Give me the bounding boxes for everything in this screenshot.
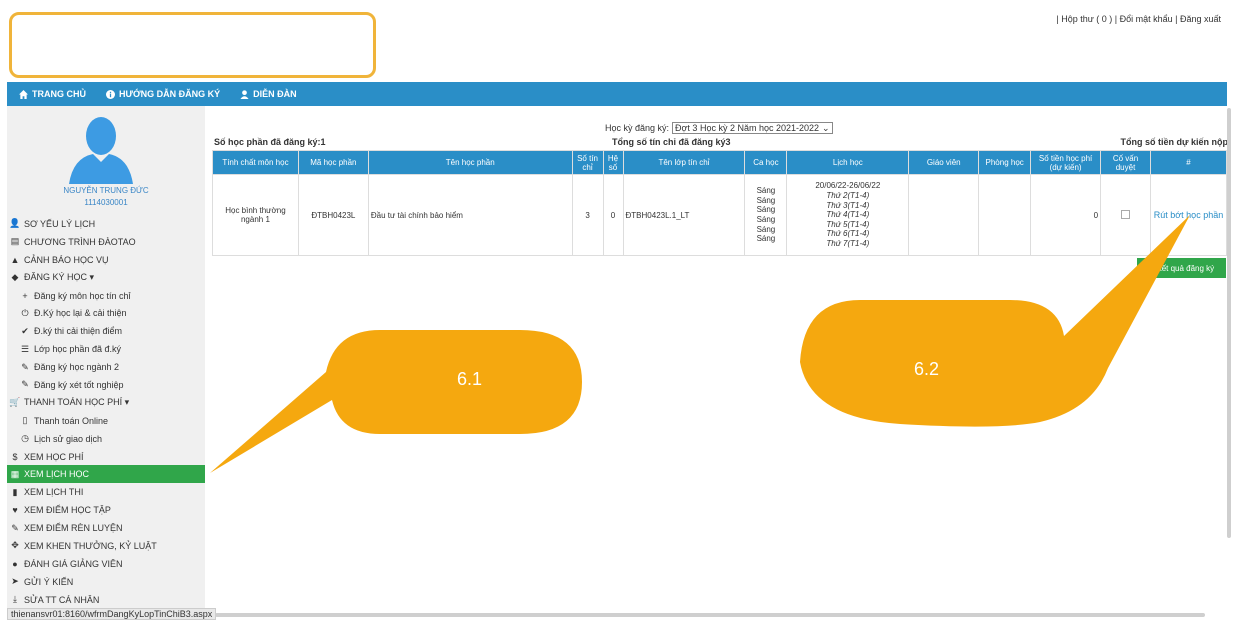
callout-6-2 xyxy=(800,215,1190,427)
callout-6-2-label: 6.2 xyxy=(914,359,940,379)
callout-6-1 xyxy=(210,330,582,473)
callout-layer xyxy=(210,215,1190,473)
callout-6-1-label: 6.1 xyxy=(457,369,483,389)
